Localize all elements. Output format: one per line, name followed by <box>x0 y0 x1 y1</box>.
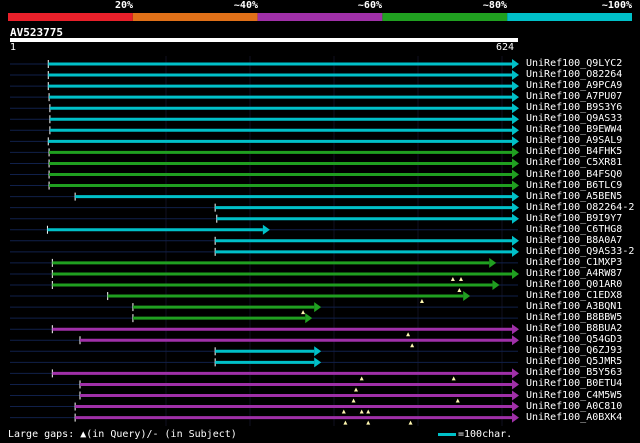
hit-label[interactable]: UniRef100_A9PCA9 <box>526 80 622 91</box>
hit-arrow-head <box>512 180 519 191</box>
query-gap-marker <box>451 376 456 381</box>
query-gap-marker <box>455 398 460 403</box>
hit-arrow-head <box>512 158 519 169</box>
query-gap-marker <box>343 420 348 425</box>
hit-arrow-head <box>463 291 471 302</box>
scale-legend: =100char. <box>438 429 512 441</box>
hit-label[interactable]: UniRef100_Q9LYC2 <box>526 58 622 69</box>
scale-sample-line <box>438 432 456 436</box>
query-gap-marker <box>366 420 371 425</box>
hit-arrow-head <box>262 224 270 235</box>
query-gap-marker <box>459 276 464 281</box>
hit-label[interactable]: UniRef100_C6THG8 <box>526 224 622 235</box>
hit-label[interactable]: UniRef100_B6TLC9 <box>526 180 622 191</box>
query-gap-marker <box>359 409 364 414</box>
hit-arrow-head <box>512 268 519 279</box>
hit-arrow-head <box>512 390 519 401</box>
hit-label[interactable]: UniRef100_Q9AS33 <box>526 113 622 124</box>
hit-label[interactable]: UniRef100_Q9AS33-2 <box>526 246 634 257</box>
hit-arrow-head <box>512 235 519 246</box>
hit-arrow-head <box>512 335 519 346</box>
hit-arrow-head <box>492 280 500 290</box>
hit-arrow-head <box>512 92 519 103</box>
hit-arrow-head <box>512 59 519 69</box>
query-gap-marker <box>457 288 462 292</box>
hit-label[interactable]: UniRef100_B8BUA2 <box>526 323 622 334</box>
query-gap-marker <box>359 376 364 381</box>
hit-arrow-head <box>512 202 519 213</box>
hit-label[interactable]: UniRef100_A0C810 <box>526 401 622 412</box>
hit-arrow-head <box>512 401 519 412</box>
hit-label[interactable]: UniRef100_O82264-2 <box>526 202 634 213</box>
hit-arrow-head <box>489 257 497 268</box>
query-gap-marker <box>408 420 413 425</box>
hit-arrow-head <box>512 213 519 224</box>
hit-label[interactable]: UniRef100_Q01AR0 <box>526 279 622 290</box>
hit-label[interactable]: UniRef100_B5Y563 <box>526 367 622 378</box>
hit-arrow-head <box>512 114 519 125</box>
query-gap-marker <box>366 409 371 414</box>
hit-label[interactable]: UniRef100_C1MXP3 <box>526 257 622 268</box>
hit-arrow-head <box>512 246 519 257</box>
blast-alignment-view: 20% ~40% ~60% ~80% ~100% AV523775 1 624 UniR… <box>0 0 640 443</box>
hit-label[interactable]: UniRef100_A7PU07 <box>526 91 622 102</box>
query-gap-marker <box>410 343 415 348</box>
gap-legend: Large gaps: ▲(in Query)/- (in Subject) <box>8 429 237 440</box>
hit-arrow-head <box>314 302 322 313</box>
hit-label[interactable]: UniRef100_C5XR81 <box>526 157 622 168</box>
hit-label[interactable]: UniRef100_B4FSQ0 <box>526 169 622 180</box>
hit-label[interactable]: UniRef100_Q54GD3 <box>526 334 622 345</box>
hit-label[interactable]: UniRef100_B9EWW4 <box>526 124 622 135</box>
hit-arrow-head <box>512 136 519 147</box>
hit-arrow-head <box>512 125 519 136</box>
query-gap-marker <box>353 387 358 392</box>
hit-arrow-head <box>512 379 519 390</box>
hit-label[interactable]: UniRef100_C4M5W5 <box>526 390 622 401</box>
hit-label[interactable]: UniRef100_B4FHK5 <box>526 146 622 157</box>
hit-label[interactable]: UniRef100_C1EDX8 <box>526 290 622 301</box>
query-gap-marker <box>351 398 356 403</box>
hit-label[interactable]: UniRef100_A4RW87 <box>526 268 622 279</box>
hit-label[interactable]: UniRef100_Q6ZJ93 <box>526 345 622 356</box>
query-gap-marker <box>301 310 306 315</box>
hit-arrow-head <box>314 357 322 368</box>
hit-arrow-head <box>512 412 519 423</box>
hit-label[interactable]: UniRef100_A5BEN5 <box>526 191 622 202</box>
hit-arrow-head <box>512 103 519 114</box>
query-gap-marker <box>341 409 346 414</box>
hit-arrow-head <box>512 191 519 202</box>
hit-arrow-head <box>512 169 519 180</box>
hit-label[interactable]: UniRef100_A9SAL9 <box>526 135 622 146</box>
hit-label[interactable]: UniRef100_Q5JMR5 <box>526 356 622 367</box>
hit-arrow-head <box>512 81 519 92</box>
hit-arrow-head <box>512 324 519 335</box>
hit-label[interactable]: UniRef100_A3BQN1 <box>526 301 622 312</box>
scale-label: =100char. <box>458 429 513 440</box>
hit-label[interactable]: UniRef100_B8A0A7 <box>526 235 622 246</box>
query-gap-marker <box>406 332 411 337</box>
hit-arrow-head <box>512 147 519 158</box>
hit-label[interactable]: UniRef100_B0ETU4 <box>526 378 622 389</box>
query-gap-marker <box>450 276 455 281</box>
hit-label[interactable]: UniRef100_O82264 <box>526 69 622 80</box>
hit-arrow-head <box>305 313 313 324</box>
hit-arrow-head <box>314 346 322 357</box>
hit-label[interactable]: UniRef100_B9I9Y7 <box>526 213 622 224</box>
hit-arrow-head <box>512 368 519 379</box>
hit-label[interactable]: UniRef100_B8BBW5 <box>526 312 622 323</box>
hit-label[interactable]: UniRef100_A0BXK4 <box>526 412 622 423</box>
query-gap-marker <box>419 299 424 304</box>
hit-arrow-head <box>512 70 519 81</box>
hit-label[interactable]: UniRef100_B9S3Y6 <box>526 102 622 113</box>
